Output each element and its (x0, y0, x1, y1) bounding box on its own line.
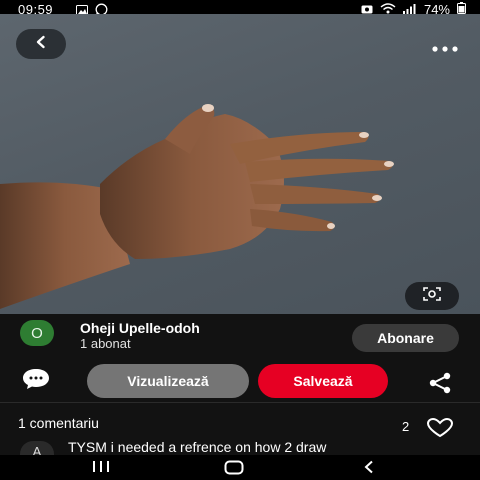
comments-count[interactable]: 1 comentariu (18, 415, 99, 431)
save-button[interactable]: Salvează (258, 364, 388, 398)
subscriber-count: 1 abonat (80, 336, 131, 351)
commenter-avatar[interactable]: A (20, 441, 54, 455)
comment-item[interactable]: A TYSM i needed a refrence on how 2 draw (0, 437, 480, 455)
divider (0, 402, 480, 403)
navigation-bar (0, 455, 480, 480)
home-icon[interactable] (224, 460, 244, 480)
comment-icon[interactable] (22, 368, 50, 395)
author-avatar[interactable]: O (20, 320, 54, 346)
follow-button[interactable]: Abonare (352, 324, 459, 352)
avatar-letter: O (31, 324, 43, 342)
more-options-icon (430, 41, 460, 58)
visual-search-icon (421, 286, 443, 307)
recents-icon[interactable] (92, 460, 110, 478)
author-name[interactable]: Oheji Upelle-odoh (80, 320, 200, 336)
back-button[interactable] (16, 29, 66, 59)
back-arrow-icon (34, 35, 48, 54)
actions-row: Vizualizează Salvează (0, 362, 480, 402)
pin-image[interactable] (0, 14, 480, 314)
author-row: O Oheji Upelle-odoh 1 abonat Abonare (0, 318, 480, 358)
view-button[interactable]: Vizualizează (87, 364, 249, 398)
comment-text: TYSM i needed a refrence on how 2 draw (68, 439, 327, 455)
back-icon[interactable] (363, 460, 375, 479)
likes-count: 2 (402, 419, 410, 434)
hand-illustration (0, 104, 394, 309)
commenter-avatar-letter: A (32, 444, 42, 455)
visual-search-button[interactable] (405, 282, 459, 310)
share-icon[interactable] (428, 372, 452, 399)
more-options-button[interactable] (430, 41, 460, 55)
